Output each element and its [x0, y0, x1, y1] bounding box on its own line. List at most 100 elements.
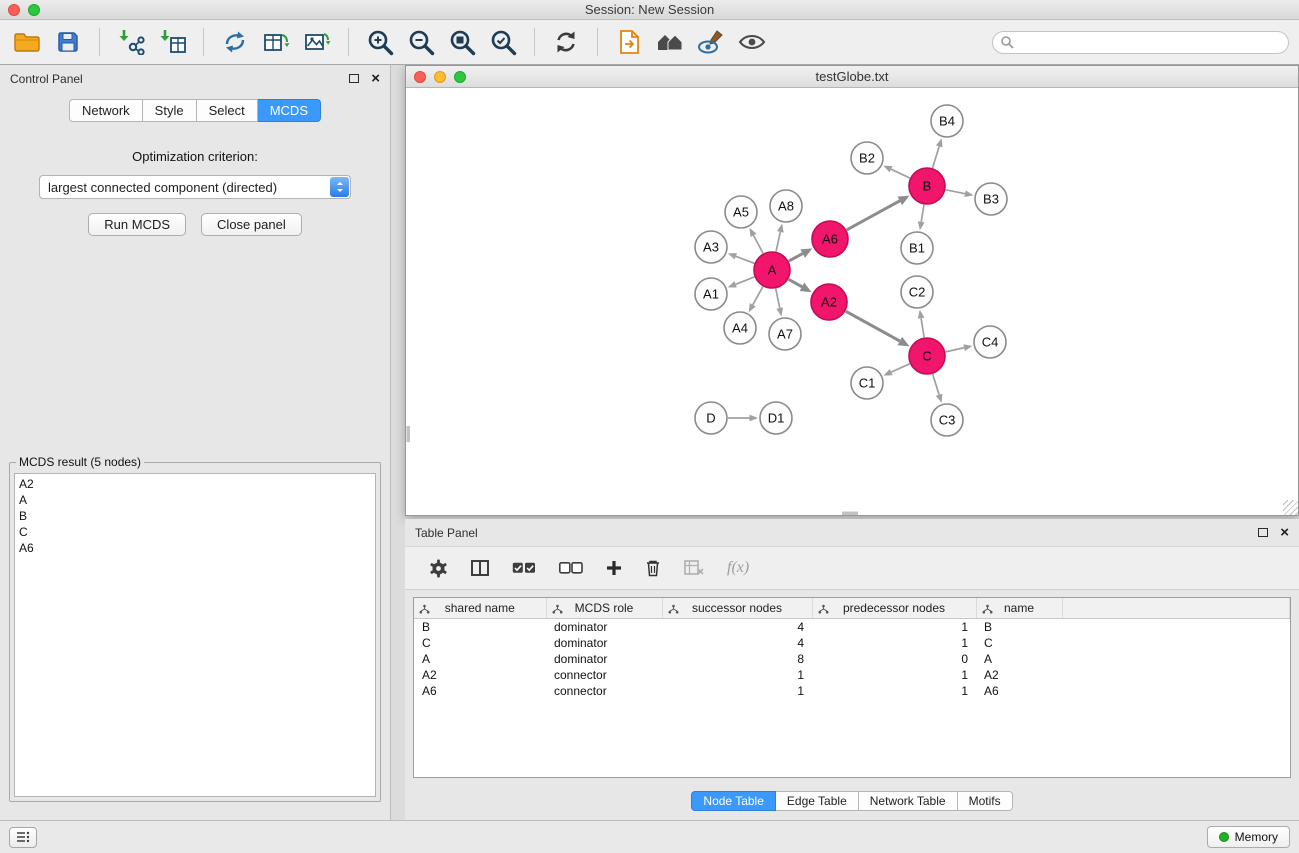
table-cell[interactable]: A [976, 651, 1062, 667]
zoom-out-button[interactable] [404, 24, 438, 60]
table-cell[interactable]: B [414, 618, 546, 635]
table-cell[interactable]: A2 [414, 667, 546, 683]
graph-node-A6[interactable]: A6 [812, 221, 848, 257]
deselect-all-button[interactable] [559, 562, 583, 574]
function-builder-button[interactable]: f(x) [727, 559, 749, 577]
table-cell[interactable]: connector [546, 683, 662, 699]
column-header-predecessor-nodes[interactable]: predecessor nodes [812, 598, 976, 618]
search-field[interactable] [992, 31, 1289, 54]
table-cell[interactable]: A6 [976, 683, 1062, 699]
zoom-fit-button[interactable] [445, 24, 479, 60]
tab-mcds[interactable]: MCDS [258, 99, 321, 122]
tab-style[interactable]: Style [143, 99, 197, 122]
graph-node-A3[interactable]: A3 [695, 231, 727, 263]
table-row[interactable]: A6connector11A6 [414, 683, 1290, 699]
graph-node-B4[interactable]: B4 [931, 105, 963, 137]
mcds-result-item[interactable]: A2 [19, 476, 371, 492]
network-window-titlebar[interactable]: testGlobe.txt [406, 66, 1298, 88]
show-graphics-details-button[interactable] [735, 24, 769, 60]
graph-node-D[interactable]: D [695, 402, 727, 434]
float-panel-icon[interactable] [349, 74, 359, 83]
graph-edge-B-B2[interactable] [891, 169, 910, 178]
criterion-dropdown[interactable]: largest connected component (directed) [39, 175, 351, 199]
graph-edge-A-A4[interactable] [753, 287, 763, 305]
table-cell[interactable]: B [976, 618, 1062, 635]
table-cell[interactable]: 1 [662, 667, 812, 683]
apply-style-button[interactable] [694, 24, 728, 60]
mcds-result-list[interactable]: A2ABCA6 [14, 473, 376, 797]
close-panel-button[interactable]: Close panel [201, 213, 302, 236]
graph-edge-B-B3[interactable] [946, 190, 965, 194]
graph-node-B2[interactable]: B2 [851, 142, 883, 174]
mcds-result-item[interactable]: A6 [19, 540, 371, 556]
table-cell[interactable]: 1 [812, 618, 976, 635]
graph-node-A4[interactable]: A4 [724, 312, 756, 344]
table-cell[interactable]: 1 [662, 683, 812, 699]
table-cell[interactable]: A [414, 651, 546, 667]
graph-node-C2[interactable]: C2 [901, 276, 933, 308]
graph-edge-A-A8[interactable] [776, 232, 780, 252]
graph-node-A2[interactable]: A2 [811, 284, 847, 320]
vertical-scroll-indicator[interactable] [407, 426, 411, 442]
graph-edge-A-A1[interactable] [736, 277, 755, 284]
graph-node-B[interactable]: B [909, 168, 945, 204]
memory-button[interactable]: Memory [1207, 826, 1290, 848]
mcds-result-item[interactable]: B [19, 508, 371, 524]
close-table-panel-icon[interactable]: × [1280, 525, 1289, 540]
search-input[interactable] [1019, 35, 1281, 49]
table-row[interactable]: Adominator80A [414, 651, 1290, 667]
table-cell[interactable]: 1 [812, 683, 976, 699]
open-session-button[interactable] [10, 24, 44, 60]
graph-edge-A6-B[interactable] [847, 201, 900, 230]
table-cell[interactable]: A6 [414, 683, 546, 699]
table-cell[interactable]: dominator [546, 635, 662, 651]
table-cell[interactable]: 8 [662, 651, 812, 667]
mcds-result-item[interactable]: A [19, 492, 371, 508]
graph-node-C1[interactable]: C1 [851, 367, 883, 399]
network-overview-button[interactable] [653, 24, 687, 60]
tab-edge-table[interactable]: Edge Table [776, 791, 859, 811]
table-row[interactable]: Cdominator41C [414, 635, 1290, 651]
tab-node-table[interactable]: Node Table [691, 791, 776, 811]
graph-node-C3[interactable]: C3 [931, 404, 963, 436]
column-header-successor-nodes[interactable]: successor nodes [662, 598, 812, 618]
table-settings-button[interactable] [429, 559, 448, 578]
zoom-selected-button[interactable] [486, 24, 520, 60]
table-cell[interactable]: 1 [812, 667, 976, 683]
graph-node-A8[interactable]: A8 [770, 190, 802, 222]
graph-edge-C-C1[interactable] [891, 364, 910, 372]
graph-node-A5[interactable]: A5 [725, 196, 757, 228]
table-cell[interactable]: connector [546, 667, 662, 683]
graph-edge-A-A7[interactable] [776, 289, 780, 308]
export-table-button[interactable] [259, 24, 293, 60]
delete-column-button[interactable] [645, 559, 661, 577]
window-resize-handle[interactable] [1283, 500, 1298, 515]
show-panels-button[interactable] [9, 827, 37, 848]
table-row[interactable]: Bdominator41B [414, 618, 1290, 635]
zoom-in-button[interactable] [363, 24, 397, 60]
table-cell[interactable]: dominator [546, 618, 662, 635]
graph-node-D1[interactable]: D1 [760, 402, 792, 434]
graph-edge-A-A6[interactable] [789, 254, 803, 261]
add-column-button[interactable] [606, 560, 622, 576]
horizontal-scroll-indicator[interactable] [842, 512, 858, 516]
table-cell[interactable]: 4 [662, 635, 812, 651]
graph-edge-B-B4[interactable] [933, 146, 940, 168]
column-header-shared-name[interactable]: shared name [414, 598, 546, 618]
import-table-button[interactable] [155, 24, 189, 60]
delete-table-button[interactable] [684, 560, 704, 576]
graph-edge-C-C3[interactable] [933, 374, 939, 395]
graph-edge-C-C2[interactable] [921, 318, 924, 337]
table-row[interactable]: A2connector11A2 [414, 667, 1290, 683]
graph-node-A1[interactable]: A1 [695, 278, 727, 310]
select-all-button[interactable] [512, 562, 536, 574]
table-cell[interactable]: C [414, 635, 546, 651]
save-session-button[interactable] [51, 24, 85, 60]
graph-edge-C-C4[interactable] [946, 348, 965, 352]
show-columns-button[interactable] [471, 560, 489, 576]
run-mcds-button[interactable]: Run MCDS [88, 213, 186, 236]
node-table[interactable]: shared nameMCDS rolesuccessor nodesprede… [413, 597, 1291, 778]
graph-edge-A2-C[interactable] [846, 311, 900, 341]
column-header-name[interactable]: name [976, 598, 1062, 618]
graph-edge-A-A2[interactable] [789, 279, 802, 287]
